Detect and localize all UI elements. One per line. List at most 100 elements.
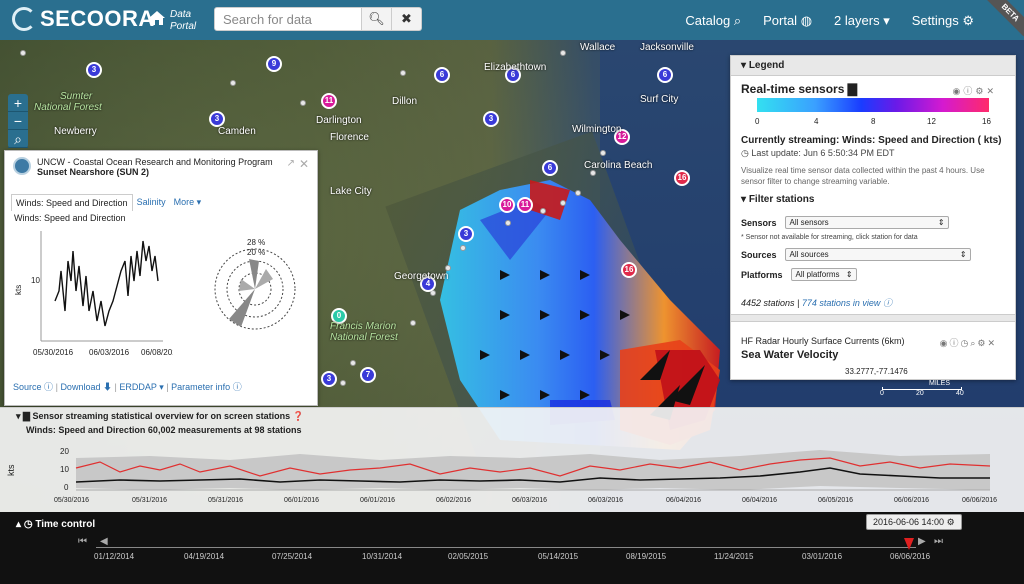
- gear-icon[interactable]: ⚙: [975, 86, 986, 96]
- nav-catalog[interactable]: Catalog ⌕: [685, 13, 741, 29]
- map-label: Dillon: [392, 96, 418, 107]
- time-tick: 06/06/2016: [890, 552, 931, 561]
- stats-xtick: 06/01/2016: [360, 497, 395, 504]
- chart-ylabel: kts: [14, 285, 23, 295]
- home-icon[interactable]: [148, 10, 166, 26]
- platforms-label: Platforms: [741, 269, 783, 280]
- station-cluster[interactable]: 6: [542, 160, 558, 176]
- station-cluster[interactable]: 3: [458, 226, 474, 242]
- help-icon[interactable]: ❓: [293, 411, 304, 421]
- nav-layers[interactable]: 2 layers ▾: [834, 13, 890, 29]
- map-label: Darlington: [316, 115, 362, 126]
- gear-icon[interactable]: ⚙: [977, 338, 987, 348]
- station-cluster[interactable]: 16: [674, 170, 690, 186]
- station-cluster[interactable]: 16: [621, 262, 637, 278]
- station-dot[interactable]: [350, 360, 356, 366]
- erddap-link[interactable]: ERDDAP ▾: [119, 382, 163, 392]
- tab-winds[interactable]: Winds: Speed and Direction: [11, 194, 133, 211]
- source-link[interactable]: Source ⓘ: [13, 382, 53, 392]
- station-dot[interactable]: [560, 200, 566, 206]
- nav-layers-label: 2 layers: [834, 13, 880, 28]
- station-cluster[interactable]: 10: [499, 197, 515, 213]
- station-cluster[interactable]: 3: [86, 62, 102, 78]
- caret-up-icon: ▴: [16, 519, 22, 530]
- current-time[interactable]: 2016-06-06 14:00 ⚙: [866, 514, 962, 530]
- station-cluster[interactable]: 3: [321, 371, 337, 387]
- skip-start-button[interactable]: ⏮: [78, 536, 87, 547]
- station-cluster[interactable]: 3: [483, 111, 499, 127]
- close-icon[interactable]: ✕: [986, 86, 997, 96]
- station-cluster[interactable]: 11: [321, 93, 337, 109]
- download-link[interactable]: Download ⬇: [60, 382, 112, 392]
- station-popup: UNCW - Coastal Ocean Research and Monito…: [4, 150, 318, 406]
- caret-down-icon[interactable]: ▾: [16, 411, 21, 421]
- station-cluster[interactable]: 3: [209, 111, 225, 127]
- legend-header[interactable]: ▾ Legend: [731, 56, 1015, 76]
- tab-salinity[interactable]: Salinity: [132, 194, 170, 211]
- bar-chart-icon[interactable]: ▇: [848, 82, 857, 96]
- wind-rose: 28 % 20 %: [214, 239, 296, 330]
- scale-tick: 0: [880, 390, 884, 397]
- skip-end-button[interactable]: ⏭: [934, 536, 943, 547]
- parameter-info-link[interactable]: Parameter info ⓘ: [171, 382, 242, 392]
- station-cluster[interactable]: 6: [434, 67, 450, 83]
- chart-ytick: 10: [31, 276, 40, 285]
- zoom-out-button[interactable]: −: [8, 112, 28, 130]
- source-link-label: Source: [13, 382, 42, 392]
- color-scale: [757, 98, 989, 112]
- close-icon[interactable]: ✕: [987, 338, 997, 348]
- bar-chart-icon: ▇: [23, 411, 30, 421]
- external-link-icon[interactable]: ↗: [287, 158, 295, 169]
- map-label: Newberry: [54, 126, 97, 137]
- station-cluster[interactable]: 11: [517, 197, 533, 213]
- search-input[interactable]: [214, 7, 362, 31]
- portal-subtitle[interactable]: Data Portal: [170, 9, 196, 33]
- station-cluster[interactable]: 6: [657, 67, 673, 83]
- globe-icon: ◍: [800, 13, 813, 28]
- nav-settings[interactable]: Settings ⚙: [912, 13, 974, 29]
- map-label: Wallace: [580, 42, 616, 53]
- tab-more[interactable]: More ▾: [169, 194, 206, 211]
- station-dot[interactable]: [410, 320, 416, 326]
- station-dot[interactable]: [505, 220, 511, 226]
- station-dot[interactable]: [300, 100, 306, 106]
- station-dot[interactable]: [560, 50, 566, 56]
- zoom-in-button[interactable]: +: [8, 94, 28, 112]
- step-back-button[interactable]: ◀: [100, 536, 108, 547]
- clear-search-button[interactable]: ✖: [392, 7, 422, 31]
- info-icon[interactable]: ⓘ: [949, 338, 960, 348]
- station-dot[interactable]: [400, 70, 406, 76]
- station-cluster[interactable]: 7: [360, 367, 376, 383]
- station-dot[interactable]: [575, 190, 581, 196]
- stations-in-view-link[interactable]: 774 stations in view ⓘ: [802, 298, 892, 308]
- time-control-header[interactable]: ▴ ◷ Time control: [16, 519, 95, 530]
- search-button[interactable]: 🔍︎: [362, 7, 392, 31]
- nav-portal[interactable]: Portal ◍: [763, 13, 812, 29]
- station-dot[interactable]: [600, 150, 606, 156]
- brand[interactable]: SECOORA: [12, 6, 155, 32]
- sensors-select[interactable]: All sensors ⇕: [784, 216, 949, 229]
- time-slider-handle[interactable]: [904, 538, 914, 550]
- eye-icon[interactable]: ◉: [940, 338, 950, 348]
- station-dot[interactable]: [540, 208, 546, 214]
- scale-tick: 20: [916, 390, 924, 397]
- filter-header[interactable]: ▾ Filter stations: [741, 194, 814, 205]
- station-dot[interactable]: [460, 245, 466, 251]
- clock-icon[interactable]: ◷: [960, 338, 970, 348]
- popup-header: UNCW - Coastal Ocean Research and Monito…: [13, 157, 273, 177]
- sources-select[interactable]: All sources ⇕: [784, 248, 971, 261]
- platforms-select[interactable]: All platforms ⇕: [790, 268, 857, 281]
- station-dot[interactable]: [340, 380, 346, 386]
- map-label: Sumter: [60, 91, 93, 102]
- step-forward-button[interactable]: ▶: [918, 536, 926, 547]
- close-icon[interactable]: ✕: [299, 157, 309, 171]
- zoom-search-button[interactable]: ⌕: [8, 130, 28, 148]
- station-cluster[interactable]: 9: [266, 56, 282, 72]
- station-dot[interactable]: [20, 50, 26, 56]
- parameter-info-label: Parameter info: [171, 382, 231, 392]
- time-slider-track[interactable]: [96, 547, 916, 548]
- eye-icon[interactable]: ◉: [953, 86, 964, 96]
- info-icon[interactable]: ⓘ: [963, 86, 975, 96]
- nav-portal-label: Portal: [763, 13, 798, 28]
- station-dot[interactable]: [230, 80, 236, 86]
